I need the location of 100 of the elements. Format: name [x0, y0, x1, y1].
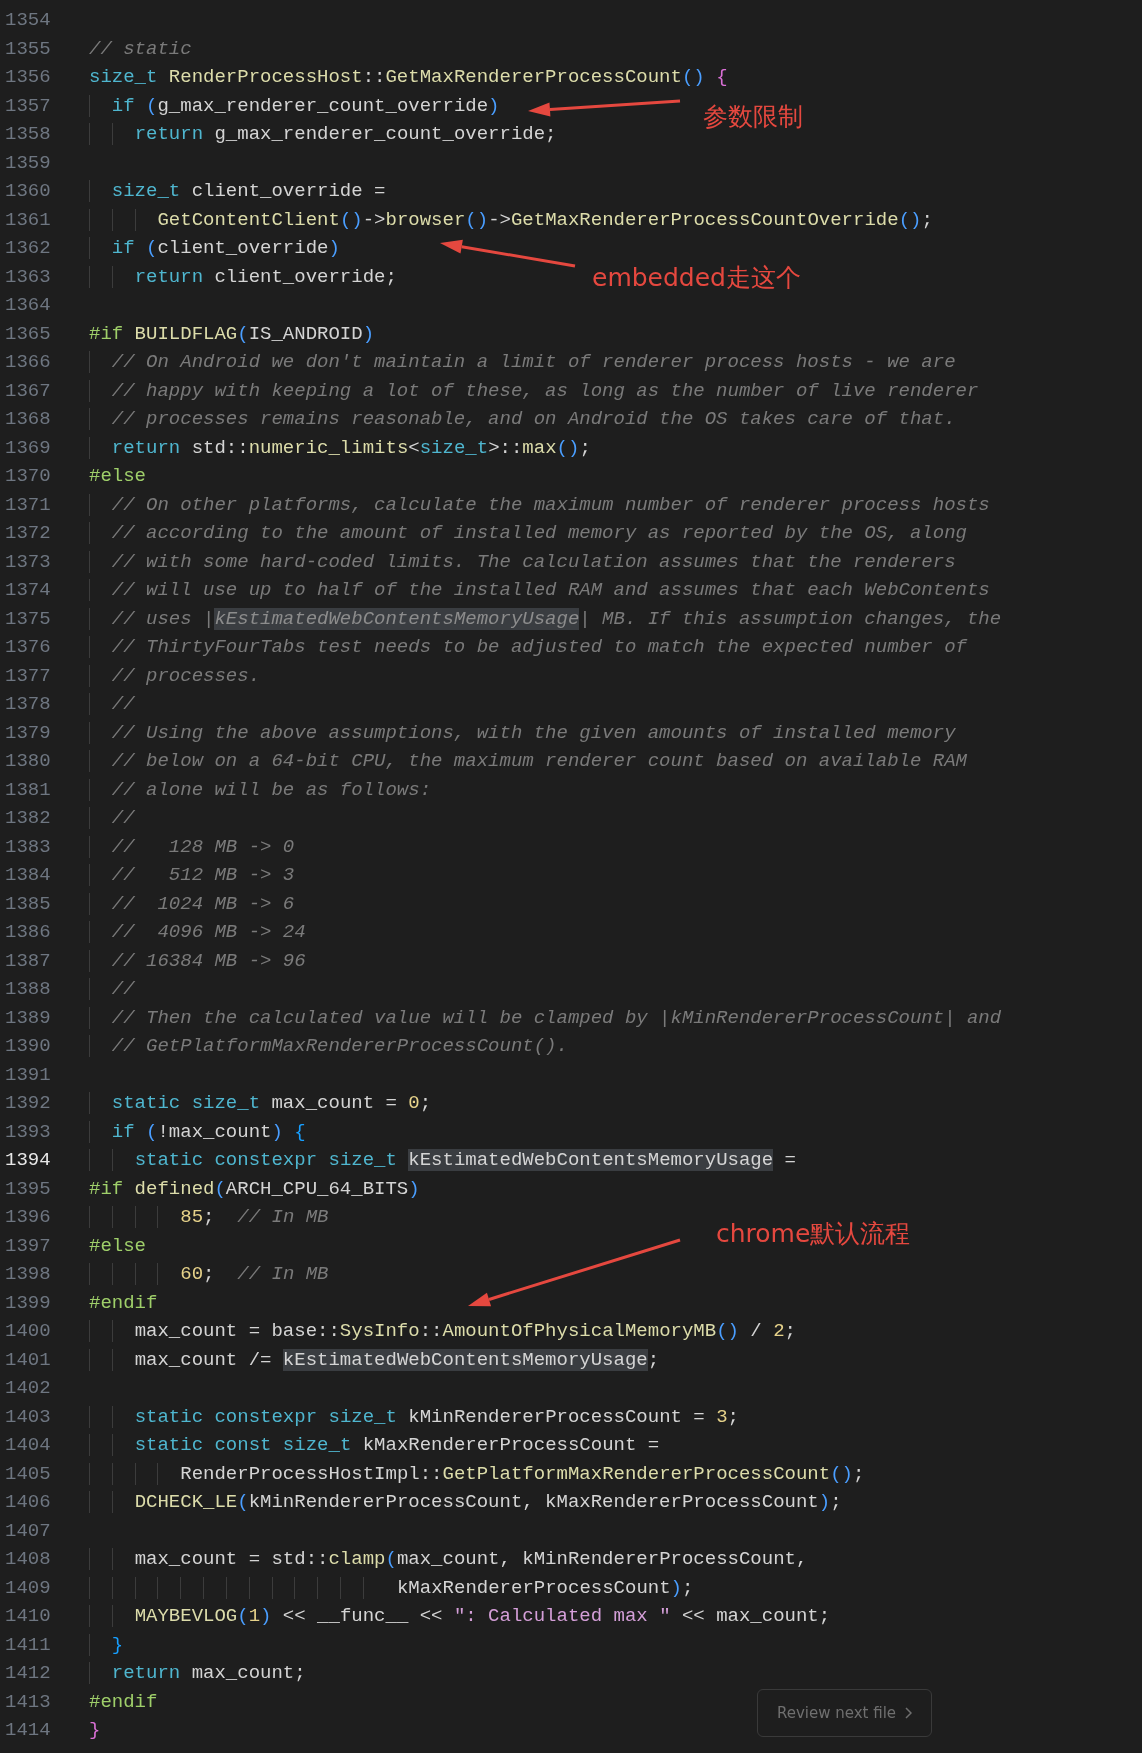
line-number: 1414 [4, 1718, 52, 1743]
code-line: #if BUILDFLAG(IS_ANDROID) [89, 321, 375, 347]
code-line: // Then the calculated value will be clamped by |kMinRendererProcessCount| and [89, 1003, 1002, 1032]
line-number: 1373 [4, 549, 52, 575]
code-line: static const size_t kMaxRendererProcessCount = [89, 1431, 660, 1460]
code-line: if (g_max_renderer_count_override) [89, 91, 500, 120]
line-number: 1408 [4, 1547, 52, 1572]
line-number: 1355 [4, 36, 52, 62]
line-number: 1410 [4, 1604, 52, 1629]
line-number: 1365 [4, 321, 52, 347]
line-number: 1388 [4, 977, 52, 1002]
line-number: 1359 [4, 150, 52, 176]
line-number: 1401 [4, 1347, 52, 1373]
line-number: 1372 [4, 521, 52, 546]
code-line: return std::numeric_limits<size_t>::max(); [89, 433, 591, 462]
code-line: // processes remains reasonable, and on Android the OS takes care of that. [89, 405, 956, 434]
line-number: 1371 [4, 492, 52, 518]
code-line: // will use up to half of the installed RAM and assumes that each WebContents [89, 576, 990, 605]
line-number: 1364 [4, 293, 52, 318]
line-number: 1377 [4, 663, 52, 689]
line-number: 1389 [4, 1005, 52, 1031]
line-number: 1405 [4, 1461, 52, 1487]
line-number: 1400 [4, 1319, 52, 1344]
line-number: 1360 [4, 179, 52, 204]
line-number: 1385 [4, 891, 52, 917]
line-number: 1411 [4, 1632, 52, 1658]
line-number: 1397 [4, 1233, 52, 1259]
line-number: 1369 [4, 435, 52, 461]
code-line: #else [89, 464, 146, 489]
code-line: // with some hard-coded limits. The calculation assumes that the renderers [89, 547, 956, 576]
code-line: // 512 MB -> 3 [89, 861, 295, 890]
line-number: 1395 [4, 1176, 52, 1202]
line-number: 1394 [4, 1148, 52, 1173]
code-line: size_t client_override = [89, 177, 386, 206]
line-number: 1407 [4, 1518, 52, 1544]
code-line: DCHECK_LE(kMinRendererProcessCount, kMaxRendererProcessCount); [89, 1488, 842, 1517]
code-line: RenderProcessHostImpl::GetPlatformMaxRendererProcessCount(); [89, 1459, 865, 1488]
line-number: 1376 [4, 635, 52, 660]
code-line: // uses |kEstimatedWebContentsMemoryUsage| MB. If this assumption changes, the [89, 604, 1002, 633]
line-number: 1370 [4, 464, 52, 489]
line-number: 1358 [4, 122, 52, 147]
code-line: if (client_override) [89, 234, 340, 263]
code-line: // [89, 804, 135, 833]
code-line: if (!max_count) { [89, 1117, 306, 1146]
code-line: // according to the amount of installed memory as reported by the OS, along [89, 519, 967, 548]
code-line: // On Android we don't maintain a limit of renderer process hosts - we are [89, 348, 956, 377]
code-line: // Using the above assumptions, with the given amounts of installed memory [89, 718, 956, 747]
code-line: // static [89, 36, 192, 62]
line-number: 1393 [4, 1119, 52, 1145]
code-line: } [89, 1630, 124, 1659]
line-number: 1404 [4, 1433, 52, 1458]
code-line: // On other platforms, calculate the maximum number of renderer process hosts [89, 490, 990, 519]
line-number: 1375 [4, 606, 52, 632]
line-number: 1386 [4, 920, 52, 945]
code-line: 85; // In MB [89, 1203, 329, 1232]
code-line: #if defined(ARCH_CPU_64_BITS) [89, 1176, 420, 1202]
code-line: max_count = std::clamp(max_count, kMinRendererProcessCount, [89, 1545, 808, 1574]
annotation-text: 参数限制 [703, 101, 803, 133]
line-number: 1363 [4, 264, 52, 290]
code-line: 60; // In MB [89, 1260, 329, 1289]
line-number: 1398 [4, 1262, 52, 1287]
line-number: 1378 [4, 692, 52, 717]
code-line: return max_count; [89, 1659, 306, 1688]
code-line: static constexpr size_t kMinRendererProcessCount = 3; [89, 1402, 739, 1431]
code-line: static size_t max_count = 0; [89, 1089, 432, 1118]
annotation-text: chrome默认流程 [716, 1218, 911, 1250]
code-line: GetContentClient()->browser()->GetMaxRendererProcessCountOverride(); [89, 205, 933, 234]
code-line: // processes. [89, 661, 261, 690]
line-number: 1367 [4, 378, 52, 404]
line-number: 1368 [4, 407, 52, 432]
code-line: size_t RenderProcessHost::GetMaxRendererProcessCount() { [89, 65, 728, 90]
code-line: // 1024 MB -> 6 [89, 889, 295, 918]
line-number: 1374 [4, 578, 52, 603]
line-number: 1409 [4, 1575, 52, 1601]
code-line: // below on a 64-bit CPU, the maximum renderer count based on available RAM [89, 747, 967, 776]
code-line: return g_max_renderer_count_override; [89, 120, 557, 149]
code-line: // 128 MB -> 0 [89, 832, 295, 861]
line-number: 1356 [4, 65, 52, 90]
line-number: 1383 [4, 834, 52, 860]
line-number: 1412 [4, 1661, 52, 1686]
line-number: 1381 [4, 777, 52, 803]
line-number: 1354 [4, 8, 52, 33]
line-number: 1361 [4, 207, 52, 233]
code-line: #else [89, 1233, 146, 1259]
code-line: } [89, 1718, 101, 1743]
code-line: // 16384 MB -> 96 [89, 946, 306, 975]
line-number: 1396 [4, 1205, 52, 1230]
line-number: 1362 [4, 236, 52, 261]
code-line: #endif [89, 1290, 158, 1316]
line-number: 1387 [4, 948, 52, 974]
line-number: 1382 [4, 806, 52, 831]
line-number: 1402 [4, 1376, 52, 1401]
line-number: 1384 [4, 863, 52, 888]
line-number: 1392 [4, 1091, 52, 1116]
code-line: static constexpr size_t kEstimatedWebContentsMemoryUsage = [89, 1146, 796, 1175]
review-next-button[interactable]: Review next file [757, 1689, 932, 1737]
annotation-text: embedded走这个 [592, 262, 801, 294]
line-number: 1390 [4, 1034, 52, 1059]
line-number: 1366 [4, 350, 52, 375]
code-line: // ThirtyFourTabs test needs to be adjusted to match the expected number of [89, 633, 967, 662]
